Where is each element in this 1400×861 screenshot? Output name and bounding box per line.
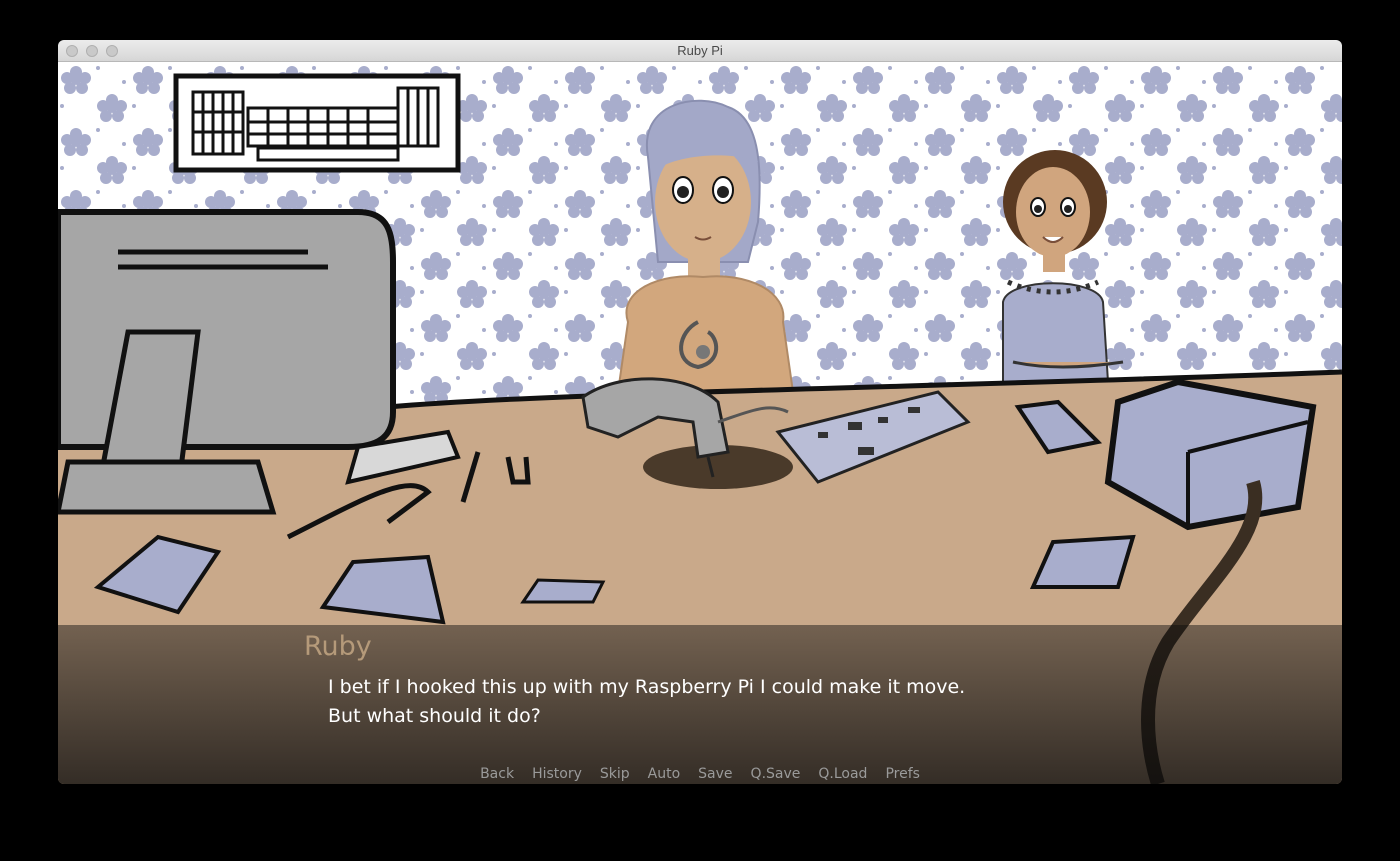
auto-button[interactable]: Auto: [639, 766, 690, 782]
dialogue-text: I bet if I hooked this up with my Raspbe…: [328, 673, 1108, 731]
preferences-button[interactable]: Prefs: [876, 766, 928, 782]
back-button[interactable]: Back: [471, 766, 523, 782]
skip-button[interactable]: Skip: [591, 766, 639, 782]
speaker-name: Ruby: [304, 631, 372, 662]
quick-load-button[interactable]: Q.Load: [809, 766, 876, 782]
dialogue-line: I bet if I hooked this up with my Raspbe…: [328, 676, 966, 698]
dialogue-line: But what should it do?: [328, 705, 541, 727]
periodic-table-poster: [173, 73, 461, 173]
save-button[interactable]: Save: [689, 766, 741, 782]
quick-menu: Back History Skip Auto Save Q.Save Q.Loa…: [58, 766, 1342, 782]
dialogue-box[interactable]: Ruby I bet if I hooked this up with my R…: [58, 625, 1342, 784]
game-window: Ruby Pi Ruby I bet if I hooked this up w…: [58, 40, 1342, 784]
window-title: Ruby Pi: [677, 43, 723, 58]
title-bar[interactable]: Ruby Pi: [58, 40, 1342, 62]
paper-scrap: [520, 578, 606, 604]
game-scene[interactable]: Ruby I bet if I hooked this up with my R…: [58, 62, 1342, 784]
quick-save-button[interactable]: Q.Save: [742, 766, 810, 782]
history-button[interactable]: History: [523, 766, 591, 782]
